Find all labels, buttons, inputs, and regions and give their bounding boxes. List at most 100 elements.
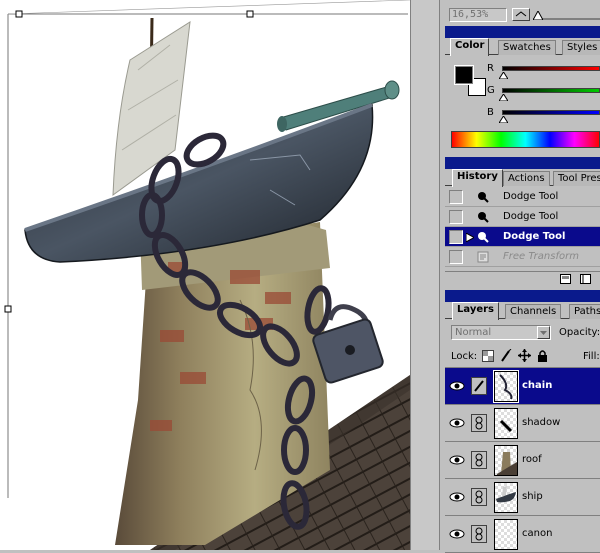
artwork-image xyxy=(4,0,410,550)
history-item[interactable]: Dodge Tool xyxy=(445,207,600,227)
blue-slider-thumb-icon[interactable] xyxy=(499,116,508,123)
history-panel: History Actions Tool Presets Dodge Tool … xyxy=(445,157,600,285)
blend-mode-dropdown-button[interactable] xyxy=(537,326,550,339)
tab-history[interactable]: History xyxy=(452,169,503,187)
zoom-out-icon xyxy=(515,11,527,17)
history-item[interactable]: Dodge Tool xyxy=(445,187,600,207)
layer-link-icon[interactable] xyxy=(471,488,487,506)
layer-name[interactable]: canon xyxy=(522,528,552,539)
layer-name[interactable]: ship xyxy=(522,491,543,502)
new-snapshot-icon[interactable] xyxy=(580,274,591,284)
layer-row-chain[interactable]: chain xyxy=(445,368,600,405)
visibility-eye-icon[interactable] xyxy=(449,378,465,394)
new-document-from-state-icon[interactable] xyxy=(560,274,571,284)
lock-position-move-icon[interactable] xyxy=(518,349,531,362)
layer-row-canon[interactable]: canon xyxy=(445,516,600,553)
layer-thumbnail[interactable] xyxy=(494,519,518,550)
layer-name[interactable]: shadow xyxy=(522,417,560,428)
tab-layers[interactable]: Layers xyxy=(452,302,499,320)
layer-link-icon[interactable] xyxy=(471,414,487,432)
layer-row-shadow[interactable]: shadow xyxy=(445,405,600,442)
dodge-tool-icon xyxy=(478,192,489,203)
tab-actions[interactable]: Actions xyxy=(503,171,550,186)
paintbrush-icon[interactable] xyxy=(471,377,487,395)
roof-thumbnail-icon xyxy=(497,452,517,475)
green-channel-label: G xyxy=(487,85,495,96)
dodge-tool-icon xyxy=(478,232,489,243)
history-panel-tabs: History Actions Tool Presets xyxy=(445,169,600,187)
layer-thumbnail[interactable] xyxy=(494,408,518,439)
layer-list: chain shadow roof ship canon xyxy=(445,367,600,553)
chain-thumbnail-icon xyxy=(499,374,513,400)
chevron-down-icon xyxy=(540,331,547,335)
blend-mode-value: Normal xyxy=(455,327,492,338)
zoom-slider-thumb-icon[interactable] xyxy=(533,11,543,20)
lock-label: Lock: xyxy=(451,351,478,362)
tab-color[interactable]: Color xyxy=(450,38,490,56)
tab-paths[interactable]: Paths xyxy=(569,304,600,319)
layer-thumbnail[interactable] xyxy=(493,370,519,403)
visibility-eye-icon[interactable] xyxy=(449,452,465,468)
tab-tool-presets[interactable]: Tool Presets xyxy=(553,171,600,186)
history-snapshot-checkbox[interactable] xyxy=(449,190,463,204)
zoom-out-button[interactable] xyxy=(512,8,530,21)
blue-channel-label: B xyxy=(487,107,494,118)
tab-swatches[interactable]: Swatches xyxy=(498,40,556,55)
layer-thumbnail[interactable] xyxy=(494,482,518,513)
canvas-scrollbar[interactable] xyxy=(410,0,440,550)
zoom-field[interactable]: 16,53% xyxy=(449,8,507,22)
navigator-strip: 16,53% xyxy=(445,0,600,22)
layer-link-icon[interactable] xyxy=(471,451,487,469)
history-snapshot-checkbox[interactable] xyxy=(449,250,463,264)
history-footer xyxy=(445,271,600,285)
history-item-undone[interactable]: Free Transform xyxy=(445,247,600,267)
foreground-color-swatch[interactable] xyxy=(454,65,474,85)
color-panel: Color Swatches Styles R G B xyxy=(445,26,600,152)
layer-thumbnail[interactable] xyxy=(494,445,518,476)
document-canvas[interactable] xyxy=(0,0,410,550)
ship-thumbnail-icon xyxy=(496,486,516,503)
layer-row-roof[interactable]: roof xyxy=(445,442,600,479)
visibility-eye-icon[interactable] xyxy=(449,415,465,431)
opacity-label: Opacity: xyxy=(559,327,600,338)
history-snapshot-checkbox[interactable] xyxy=(449,210,463,224)
dodge-tool-icon xyxy=(478,212,489,223)
fill-label: Fill: xyxy=(583,351,600,362)
color-panel-tabs: Color Swatches Styles xyxy=(445,38,600,56)
history-state-marker-icon[interactable] xyxy=(466,233,474,242)
layers-panel-titlebar[interactable] xyxy=(445,290,600,302)
green-channel-slider[interactable] xyxy=(502,88,600,93)
tab-styles[interactable]: Styles xyxy=(562,40,600,55)
layers-panel-tabs: Layers Channels Paths xyxy=(445,302,600,320)
history-item-label: Dodge Tool xyxy=(503,211,559,222)
history-list: Dodge Tool Dodge Tool Dodge Tool Free Tr… xyxy=(445,187,600,271)
history-item-label: Dodge Tool xyxy=(503,231,566,242)
layer-name[interactable]: roof xyxy=(522,454,542,465)
layer-name[interactable]: chain xyxy=(522,380,552,391)
red-channel-label: R xyxy=(487,63,494,74)
history-item-label: Free Transform xyxy=(503,251,579,262)
layer-link-icon[interactable] xyxy=(471,525,487,543)
visibility-eye-icon[interactable] xyxy=(449,489,465,505)
red-channel-slider[interactable] xyxy=(502,66,600,71)
visibility-eye-icon[interactable] xyxy=(449,526,465,542)
history-panel-titlebar[interactable] xyxy=(445,157,600,169)
lock-transparency-icon[interactable] xyxy=(482,350,494,362)
color-spectrum-bar[interactable] xyxy=(451,131,600,148)
history-item-selected[interactable]: Dodge Tool xyxy=(445,227,600,247)
layers-panel: Layers Channels Paths Normal Opacity: Lo… xyxy=(445,290,600,553)
history-snapshot-checkbox[interactable] xyxy=(449,230,463,244)
blue-channel-slider[interactable] xyxy=(502,110,600,115)
blend-mode-select[interactable]: Normal xyxy=(451,325,551,340)
history-item-label: Dodge Tool xyxy=(503,191,559,202)
zoom-slider[interactable] xyxy=(533,18,600,20)
lock-image-brush-icon[interactable] xyxy=(500,349,512,362)
color-panel-titlebar[interactable] xyxy=(445,26,600,38)
green-slider-thumb-icon[interactable] xyxy=(499,94,508,101)
lock-all-padlock-icon[interactable] xyxy=(537,349,548,362)
tab-channels[interactable]: Channels xyxy=(505,304,562,319)
free-transform-icon xyxy=(477,251,489,263)
red-slider-thumb-icon[interactable] xyxy=(499,72,508,79)
layer-row-ship[interactable]: ship xyxy=(445,479,600,516)
shadow-thumbnail-icon xyxy=(499,419,513,433)
